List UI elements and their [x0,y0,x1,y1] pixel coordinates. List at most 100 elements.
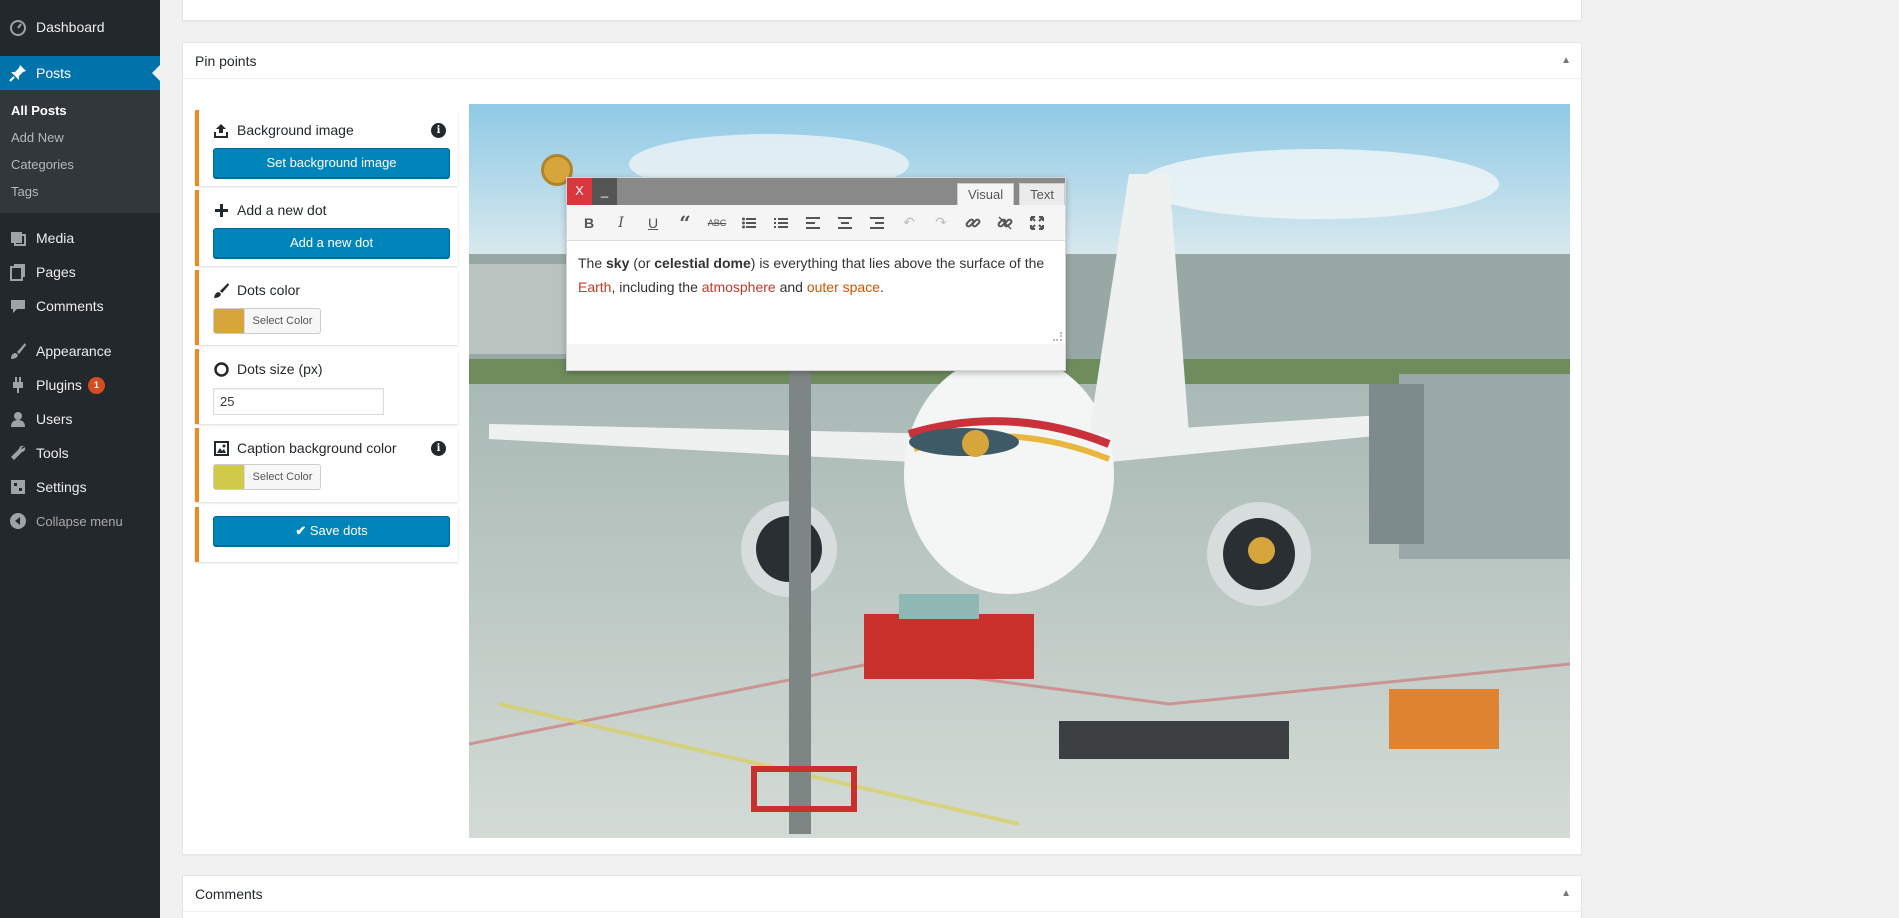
submenu-add-new[interactable]: Add New [0,124,160,151]
caption-bg-color-picker[interactable]: Select Color [213,464,321,490]
resize-handle[interactable] [1053,332,1062,341]
save-dots-button[interactable]: ✔ Save dots [213,516,450,546]
background-image-box: Background image i Set background image [195,110,458,186]
dots-size-label-row: Dots size (px) [213,361,323,377]
save-dots-label: Save dots [309,523,368,538]
bold-icon[interactable]: B [573,209,605,237]
editor-content[interactable]: The sky (or celestial dome) is everythin… [567,241,1065,344]
postbox-title: Comments [195,886,263,902]
align-center-icon[interactable] [829,209,861,237]
editor-tabs: Visual Text [952,183,1065,205]
content-link[interactable]: Earth [578,279,611,295]
pin-dot[interactable] [1248,537,1275,564]
numbered-list-icon[interactable] [765,209,797,237]
dots-size-label: Dots size (px) [237,361,323,377]
content-text: , including the [611,279,702,295]
pushpin-icon [8,63,28,83]
dots-color-box: Dots color Select Color [195,270,458,345]
sidebar-item-label: Dashboard [36,19,105,35]
fullscreen-icon[interactable] [1021,209,1053,237]
sidebar-item-label: Pages [36,264,76,280]
undo-icon[interactable]: ↶ [893,209,925,237]
italic-icon[interactable]: I [605,209,637,237]
bullet-list-icon[interactable] [733,209,765,237]
blockquote-icon[interactable]: “ [669,209,701,237]
admin-sidebar: Dashboard Posts All Posts Add New Catego… [0,0,160,918]
dots-color-label: Dots color [237,282,301,298]
users-icon [8,409,28,429]
add-new-dot-button[interactable]: Add a new dot [213,228,450,258]
sidebar-item-label: Settings [36,479,87,495]
comments-header[interactable]: Comments ▲ [183,876,1581,912]
content-link[interactable]: outer space [807,279,880,295]
sidebar-item-plugins[interactable]: Plugins 1 [0,368,160,402]
content-link[interactable]: atmosphere [702,279,776,295]
plus-icon [213,202,229,218]
toggle-arrow-icon[interactable]: ▲ [1561,43,1571,79]
caption-bg-color-swatch [214,465,244,489]
underline-icon[interactable]: U [637,209,669,237]
submenu-tags[interactable]: Tags [0,178,160,205]
dots-size-input[interactable] [213,388,384,415]
media-icon [8,228,28,248]
pages-icon [8,262,28,282]
content-text: The [578,255,607,271]
sidebar-item-appearance[interactable]: Appearance [0,334,160,368]
sidebar-item-pages[interactable]: Pages [0,255,160,289]
sidebar-item-media[interactable]: Media [0,221,160,255]
caption-bg-box: Caption background color i Select Color [195,428,458,502]
tab-text[interactable]: Text [1019,183,1065,205]
content-text: (or [629,255,655,271]
toggle-arrow-icon[interactable]: ▲ [1561,876,1571,912]
sidebar-item-label: Appearance [36,343,112,359]
submenu-all-posts[interactable]: All Posts [0,97,160,124]
wrench-icon [8,443,28,463]
postbox-title: Pin points [195,53,257,69]
sidebar-item-users[interactable]: Users [0,402,160,436]
minimize-button[interactable]: _ [592,178,617,205]
dots-color-swatch [214,309,244,333]
pin-dot[interactable] [962,430,989,457]
editor-titlebar: X _ Visual Text [567,178,1065,205]
sidebar-item-posts[interactable]: Posts [0,56,160,90]
dot-caption-editor: X _ Visual Text B I U “ ABC ↶ ↷ The sky … [566,177,1066,371]
upload-icon [213,122,229,138]
link-icon[interactable] [957,209,989,237]
plugins-update-badge: 1 [87,376,105,394]
content-text: and [775,279,807,295]
sidebar-item-label: Users [36,411,73,427]
content-bold-text: sky [606,255,630,271]
comments-icon [8,296,28,316]
previous-postbox [182,0,1582,21]
collapse-menu-button[interactable]: Collapse menu [0,504,160,538]
content-bold-text: celestial dome [654,255,751,271]
checkmark-icon: ✔ [295,523,310,538]
close-button[interactable]: X [567,178,592,205]
sidebar-item-label: Collapse menu [36,513,123,529]
sidebar-item-comments[interactable]: Comments [0,289,160,323]
set-background-image-button[interactable]: Set background image [213,148,450,178]
info-icon[interactable]: i [431,441,446,456]
select-color-label: Select Color [244,309,320,333]
dots-color-picker[interactable]: Select Color [213,308,321,334]
sidebar-item-label: Posts [36,65,72,81]
add-dot-label-row: Add a new dot [213,202,327,218]
strikethrough-icon[interactable]: ABC [701,209,733,237]
paintbrush-icon [8,341,28,361]
sidebar-item-tools[interactable]: Tools [0,436,160,470]
dashboard-icon [8,17,28,37]
submenu-categories[interactable]: Categories [0,151,160,178]
comments-postbox: Comments ▲ [182,875,1582,918]
sidebar-item-settings[interactable]: Settings [0,470,160,504]
unlink-icon[interactable] [989,209,1021,237]
plugins-icon [8,375,28,395]
info-icon[interactable]: i [431,123,446,138]
align-left-icon[interactable] [797,209,829,237]
sidebar-item-dashboard[interactable]: Dashboard [0,10,160,44]
align-right-icon[interactable] [861,209,893,237]
redo-icon[interactable]: ↷ [925,209,957,237]
tab-visual[interactable]: Visual [956,183,1015,205]
pinpoints-header[interactable]: Pin points ▲ [183,43,1581,79]
background-image-label: Background image [237,122,354,138]
dots-color-label-row: Dots color [213,282,300,298]
